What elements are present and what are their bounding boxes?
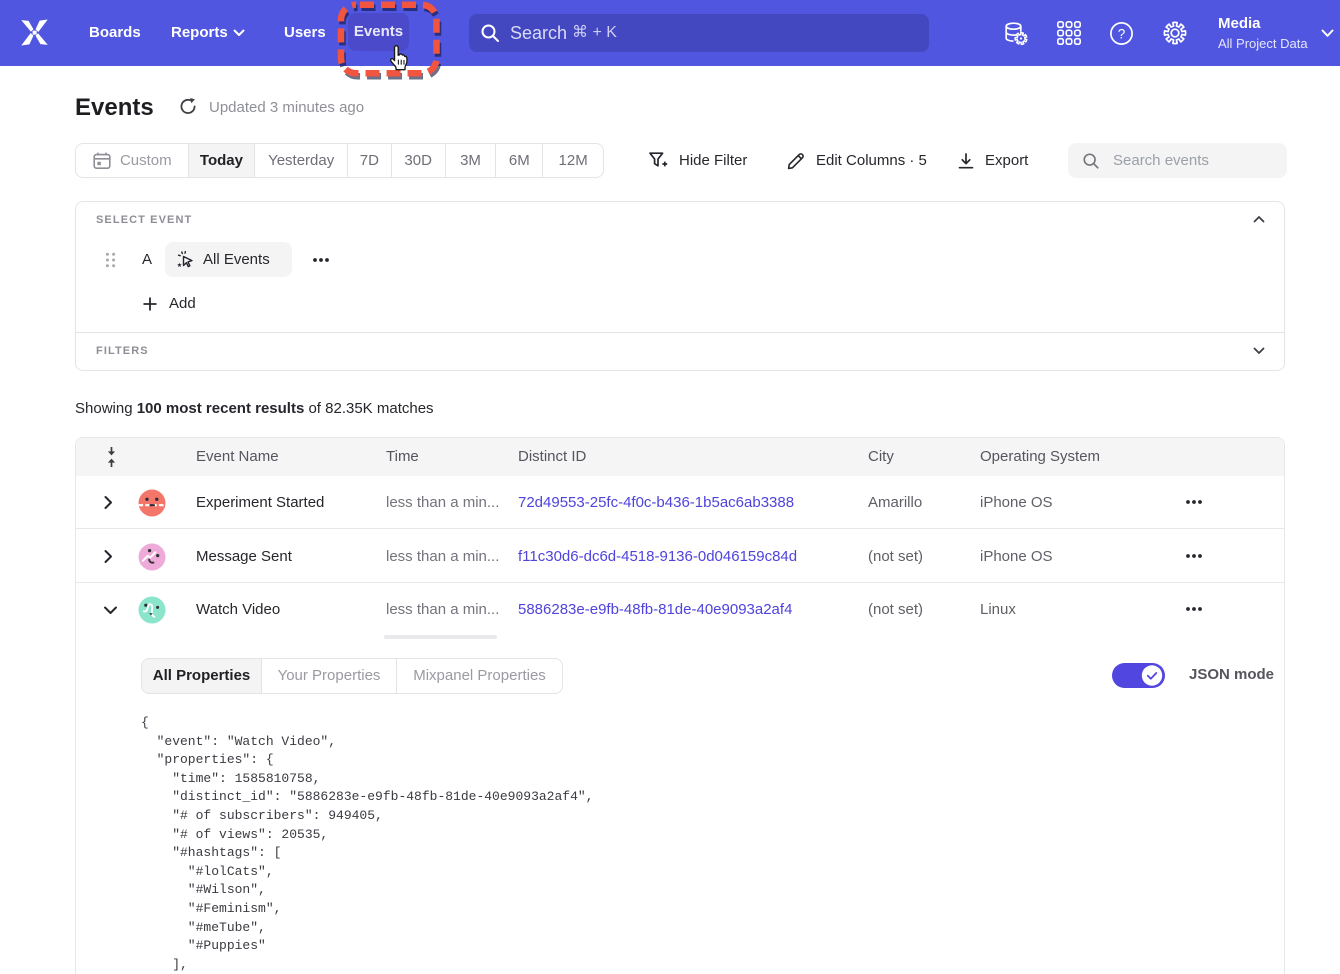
svg-text:?: ?	[1118, 26, 1126, 41]
